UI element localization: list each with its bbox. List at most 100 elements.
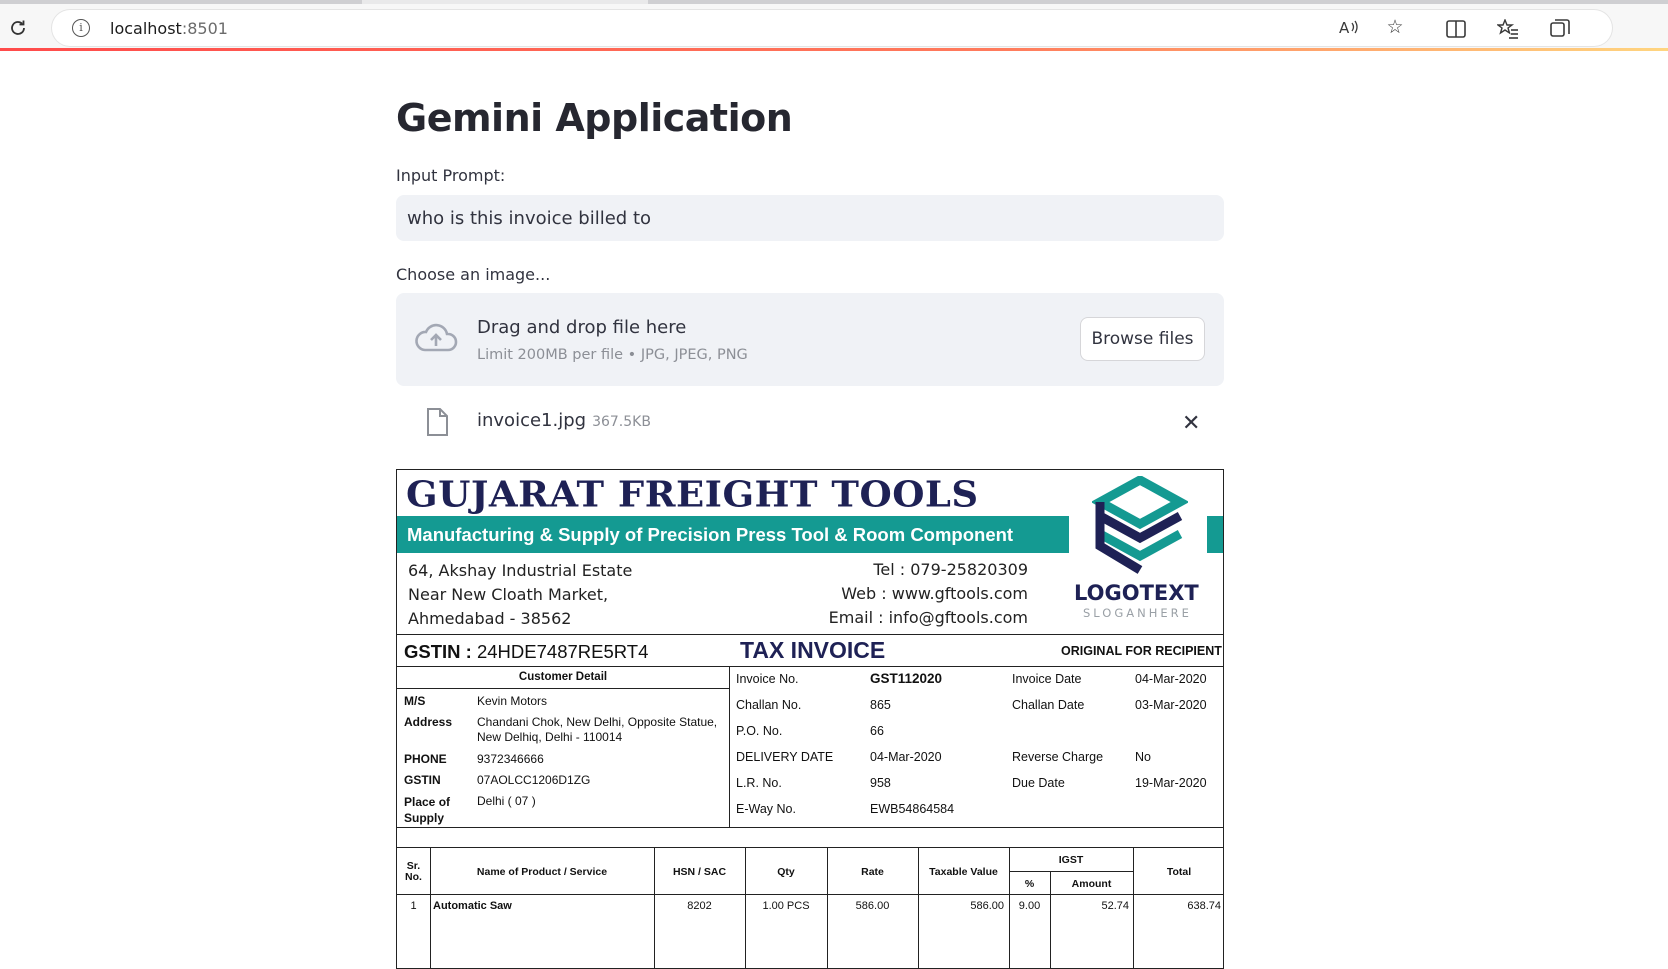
col-igst-percent: % [1024,878,1035,890]
customer-place-of-supply: Delhi ( 07 ) [477,794,536,808]
invoice-email: Email : info@gftools.com [828,608,1028,627]
prompt-input[interactable] [396,195,1224,241]
customer-address-label: Address [404,715,453,729]
invoice-address-line: Near New Cloath Market, [408,585,609,604]
favorite-star-icon[interactable]: ☆ [1384,16,1406,38]
split-screen-icon[interactable] [1445,18,1467,40]
remove-file-icon[interactable]: ✕ [1182,410,1200,436]
prompt-label: Input Prompt: [396,166,506,185]
divider [397,894,1223,895]
invoice-no-label: Invoice No. [736,672,799,686]
logo-slogan: SLOGANHERE [1083,606,1192,620]
svg-text:A: A [1339,19,1350,36]
file-icon [426,408,448,441]
cube-logo-icon [1090,474,1190,581]
lr-label: L.R. No. [736,776,782,790]
site-info-icon[interactable]: i [72,19,90,37]
divider [397,634,1223,635]
row-hsn: 8202 [687,900,712,912]
col-total: Total [1166,866,1192,878]
col-hsn: HSN / SAC [672,866,727,878]
reload-icon[interactable] [6,16,30,40]
reverse-charge-label: Reverse Charge [1012,750,1104,764]
invoice-date-label: Invoice Date [1012,672,1082,686]
customer-address: Chandani Chok, New Delhi, Opposite Statu… [477,715,718,744]
dropzone-title: Drag and drop file here [477,317,687,338]
col-igst-amount: Amount [1071,878,1112,890]
customer-gstin: 07AOLCC1206D1ZG [477,773,591,787]
file-dropzone[interactable]: Drag and drop file here Limit 200MB per … [396,293,1224,386]
due-date-label: Due Date [1012,776,1065,790]
file-size: 367.5KB [592,414,651,430]
customer-gstin-label: GSTIN [404,773,441,787]
browser-toolbar: i localhost:8501 A ☆ [0,4,1668,48]
row-igst-amount: 52.74 [1101,900,1129,912]
row-rate: 586.00 [855,900,890,912]
url-text[interactable]: localhost:8501 [110,19,228,38]
dropzone-limit: Limit 200MB per file • JPG, JPEG, PNG [477,347,748,363]
favorites-list-icon[interactable] [1497,18,1519,40]
row-qty: 1.00 PCS [762,900,810,912]
invoice-no: GST112020 [870,671,943,686]
customer-phone-label: PHONE [404,752,447,766]
invoice-copy-label: ORIGINAL FOR RECIPIENT [1061,644,1222,658]
divider [397,827,1223,828]
tagline-band-end [1207,516,1223,553]
invoice-image: GUJARAT FREIGHT TOOLS Manufacturing & Su… [396,469,1224,969]
col-qty: Qty [777,866,795,878]
challan-date: 03-Mar-2020 [1135,698,1207,712]
divider [397,688,729,689]
invoice-phone: Tel : 079-25820309 [873,560,1028,579]
divider [397,847,1223,848]
challan-no-label: Challan No. [736,698,802,712]
challan-date-label: Challan Date [1012,698,1085,712]
invoice-date: 04-Mar-2020 [1135,672,1207,686]
customer-detail-heading: Customer Detail [518,671,608,683]
invoice-company-name: GUJARAT FREIGHT TOOLS [406,473,979,515]
invoice-address-line: Ahmedabad - 38562 [408,609,572,628]
row-product: Automatic Saw [433,900,512,912]
uploaded-file: invoice1.jpg 367.5KB ✕ [396,400,1224,444]
customer-ms-label: M/S [404,694,426,708]
invoice-gstin: GSTIN : 24HDE7487RE5RT4 [404,641,649,662]
customer-pos-label: Place of Supply [404,795,451,825]
address-bar[interactable]: i localhost:8501 A ☆ [52,10,1612,46]
loading-bar [0,48,1668,51]
col-rate: Rate [861,866,884,878]
po-number: 66 [870,724,884,738]
row-igst-pct: 9.00 [1018,900,1041,912]
due-date: 19-Mar-2020 [1135,776,1207,790]
row-taxable: 586.00 [970,900,1004,912]
divider [1009,871,1133,872]
read-aloud-icon[interactable]: A [1338,16,1360,38]
invoice-address-line: 64, Akshay Industrial Estate [408,561,633,580]
row-total: 638.74 [1187,900,1221,912]
col-igst: IGST [1058,854,1084,866]
eway-number: EWB54864584 [870,802,955,816]
customer-phone: 9372346666 [477,752,544,766]
col-sr-no: Sr. No. [405,860,422,883]
cloud-upload-icon [414,321,458,358]
eway-label: E-Way No. [736,802,796,816]
logo-text: LOGOTEXT [1074,581,1199,605]
col-taxable-value: Taxable Value [929,866,998,878]
invoice-web: Web : www.gftools.com [841,584,1028,603]
delivery-date-label: DELIVERY DATE [736,750,834,764]
customer-name: Kevin Motors [477,694,548,708]
invoice-doc-title: TAX INVOICE [740,637,886,663]
invoice-tagline: Manufacturing & Supply of Precision Pres… [397,516,1069,553]
divider [729,666,730,827]
collections-icon[interactable] [1549,18,1571,40]
delivery-date: 04-Mar-2020 [870,750,942,764]
browse-files-button[interactable]: Browse files [1080,317,1205,361]
challan-no: 865 [870,698,891,712]
uploader-label: Choose an image... [396,265,551,284]
col-product-name: Name of Product / Service [476,866,608,878]
reverse-charge: No [1135,750,1151,764]
file-name: invoice1.jpg [477,410,587,431]
divider [397,666,1223,667]
po-label: P.O. No. [736,724,783,738]
lr-number: 958 [870,776,891,790]
row-sr: 1 [410,900,417,912]
page-title: Gemini Application [396,96,793,140]
